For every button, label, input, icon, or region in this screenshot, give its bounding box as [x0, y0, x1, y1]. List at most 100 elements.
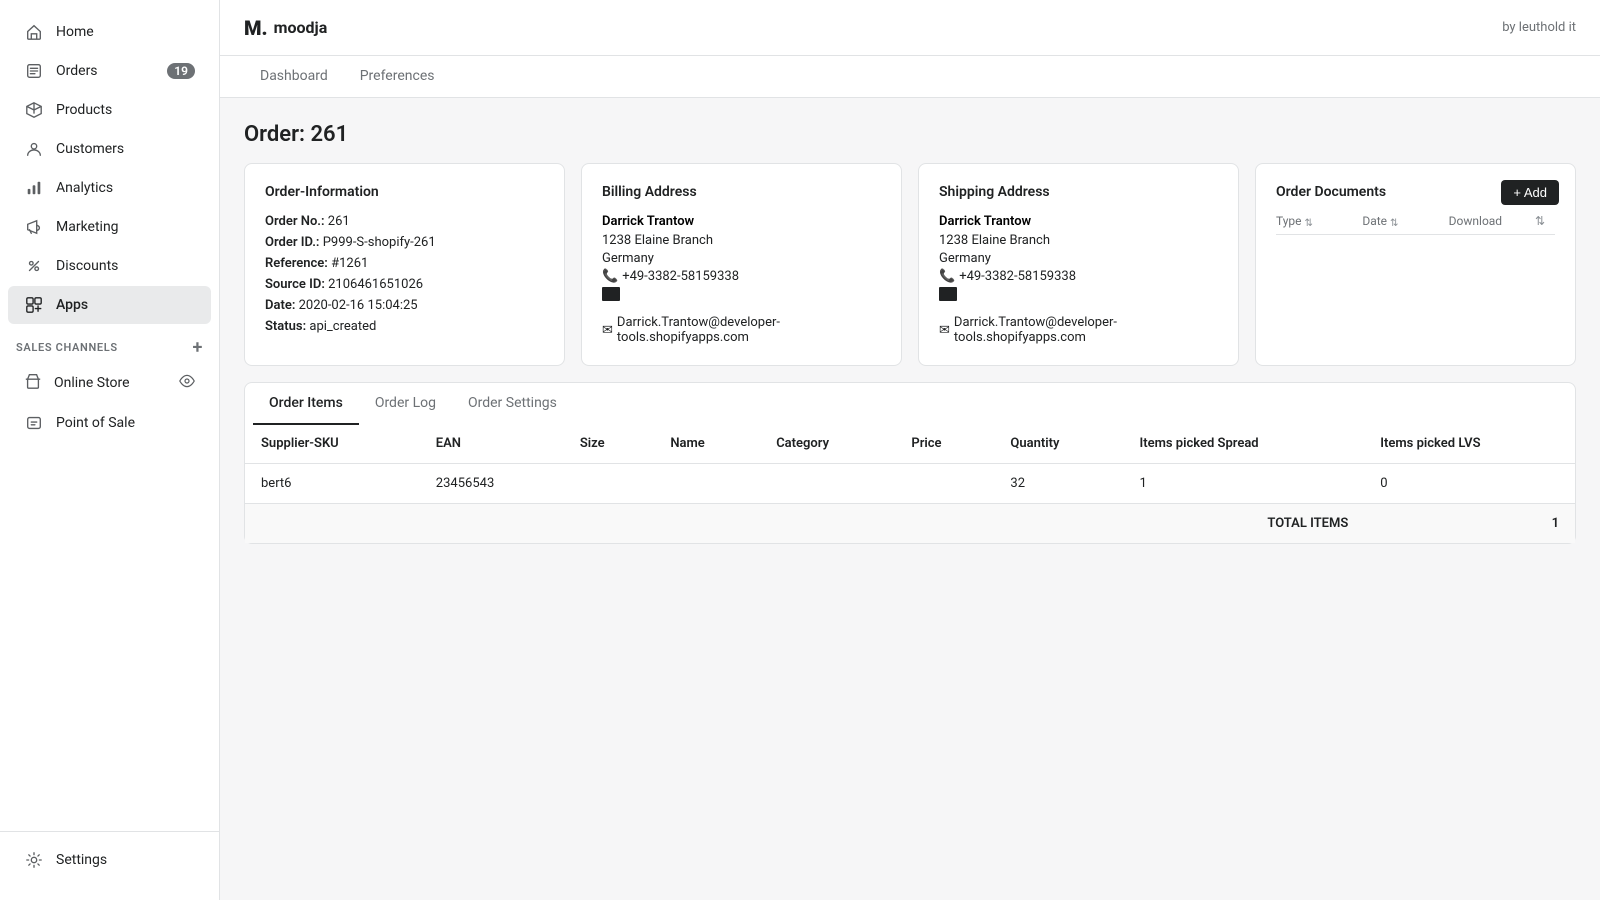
customers-icon [24, 139, 44, 159]
store-icon [24, 372, 42, 394]
products-icon [24, 100, 44, 120]
total-items-value: 1 [1552, 516, 1559, 531]
col-quantity: Quantity [994, 424, 1123, 464]
tab-order-items[interactable]: Order Items [253, 383, 359, 425]
status-label: Status: [265, 319, 306, 334]
source-id-field: Source ID: 2106461651026 [265, 277, 544, 292]
reference-value: #1261 [331, 256, 368, 271]
phone-icon: 📞 [602, 269, 618, 284]
discounts-icon [24, 256, 44, 276]
reference-label: Reference: [265, 256, 328, 271]
order-no-field: Order No.: 261 [265, 214, 544, 229]
tab-dashboard[interactable]: Dashboard [244, 56, 344, 98]
brand: M. moodja [244, 16, 327, 40]
shipping-country: Germany [939, 251, 1218, 266]
docs-col-arrow: ⇅ [1535, 214, 1555, 228]
order-info-card: Order-Information Order No.: 261 Order I… [244, 163, 565, 366]
status-field: Status: api_created [265, 319, 544, 334]
col-size: Size [564, 424, 654, 464]
shipping-icon-block [939, 287, 957, 301]
sidebar-item-marketing-label: Marketing [56, 219, 195, 235]
shipping-phone: 📞 +49-3382-58159338 [939, 269, 1218, 284]
shipping-email: ✉ Darrick.Trantow@developer-tools.shopif… [939, 315, 1218, 345]
eye-icon[interactable] [179, 373, 195, 393]
source-id-value: 2106461651026 [328, 277, 423, 292]
cell-category [760, 464, 895, 504]
sidebar-item-online-store[interactable]: Online Store [8, 363, 211, 403]
shipping-card: Shipping Address Darrick Trantow 1238 El… [918, 163, 1239, 366]
cards-row: Order-Information Order No.: 261 Order I… [220, 163, 1600, 382]
sort-type-icon[interactable] [1305, 215, 1313, 227]
sidebar-item-settings-label: Settings [56, 852, 195, 868]
billing-title: Billing Address [602, 184, 881, 200]
tab-order-settings[interactable]: Order Settings [452, 383, 573, 425]
sidebar-item-customers-label: Customers [56, 141, 195, 157]
date-value: 2020-02-16 15:04:25 [299, 298, 418, 313]
sales-channels-label: SALES CHANNELS [16, 341, 118, 354]
add-document-button[interactable]: + Add [1501, 180, 1559, 205]
tab-preferences[interactable]: Preferences [344, 56, 451, 98]
page-content: Order: 261 Order-Information Order No.: … [220, 98, 1600, 900]
table-row: bert6 23456543 32 1 0 [245, 464, 1575, 504]
sidebar-item-discounts-label: Discounts [56, 258, 195, 274]
col-name: Name [654, 424, 760, 464]
sidebar-item-pos-label: Point of Sale [56, 415, 195, 431]
sidebar-item-products-label: Products [56, 102, 195, 118]
sidebar-item-online-store-label: Online Store [54, 375, 130, 391]
items-table-header-row: Supplier-SKU EAN Size Name Category Pric… [245, 424, 1575, 464]
by-text: by leuthold it [1502, 20, 1576, 35]
source-id-label: Source ID: [265, 277, 325, 292]
sidebar-item-point-of-sale[interactable]: Point of Sale [8, 404, 211, 442]
app-header: M. moodja by leuthold it [220, 0, 1600, 56]
email-icon-shipping: ✉ [939, 323, 950, 338]
sidebar: Home Orders 19 Products [0, 0, 220, 900]
col-ean: EAN [420, 424, 564, 464]
shipping-title: Shipping Address [939, 184, 1218, 200]
main-content: M. moodja by leuthold it Dashboard Prefe… [220, 0, 1600, 900]
order-id-value: P999-S-shopify-261 [323, 235, 436, 250]
col-price: Price [895, 424, 994, 464]
sidebar-item-settings[interactable]: Settings [8, 841, 211, 879]
docs-col-type: Type [1276, 214, 1362, 228]
email-icon: ✉ [602, 323, 613, 338]
sidebar-item-orders[interactable]: Orders 19 [8, 52, 211, 90]
sidebar-item-marketing[interactable]: Marketing [8, 208, 211, 246]
cell-quantity: 32 [994, 464, 1123, 504]
shipping-address: 1238 Elaine Branch [939, 233, 1218, 248]
total-items-label: TOTAL ITEMS [1267, 516, 1348, 531]
orders-icon [24, 61, 44, 81]
sort-date-icon[interactable] [1390, 215, 1398, 227]
sidebar-item-products[interactable]: Products [8, 91, 211, 129]
sidebar-item-home[interactable]: Home [8, 13, 211, 51]
sidebar-item-customers[interactable]: Customers [8, 130, 211, 168]
items-table: Supplier-SKU EAN Size Name Category Pric… [245, 424, 1575, 543]
marketing-icon [24, 217, 44, 237]
col-category: Category [760, 424, 895, 464]
analytics-icon [24, 178, 44, 198]
order-id-label: Order ID.: [265, 235, 319, 250]
order-no-label: Order No.: [265, 214, 325, 229]
reference-field: Reference: #1261 [265, 256, 544, 271]
order-no-value: 261 [328, 214, 350, 229]
content-tabs: Order Items Order Log Order Settings [244, 382, 1576, 424]
sidebar-item-discounts[interactable]: Discounts [8, 247, 211, 285]
order-info-title: Order-Information [265, 184, 544, 200]
sidebar-item-apps[interactable]: Apps [8, 286, 211, 324]
pos-icon [24, 413, 44, 433]
cell-items-picked-lvs: 0 [1364, 464, 1575, 504]
billing-name: Darrick Trantow [602, 214, 881, 229]
status-value: api_created [309, 319, 376, 334]
sidebar-item-analytics[interactable]: Analytics [8, 169, 211, 207]
sidebar-bottom: Settings [0, 831, 219, 880]
sidebar-item-home-label: Home [56, 24, 195, 40]
cell-price [895, 464, 994, 504]
billing-country: Germany [602, 251, 881, 266]
phone-icon-shipping: 📞 [939, 269, 955, 284]
docs-col-download: Download [1449, 214, 1535, 228]
order-documents-card: Order Documents + Add Type Date Download [1255, 163, 1576, 366]
tab-order-log[interactable]: Order Log [359, 383, 452, 425]
total-row: TOTAL ITEMS 1 [245, 504, 1575, 544]
cell-supplier-sku: bert6 [245, 464, 420, 504]
docs-sort-arrow: ⇅ [1535, 214, 1545, 228]
sales-channels-add-icon[interactable]: + [192, 337, 203, 358]
